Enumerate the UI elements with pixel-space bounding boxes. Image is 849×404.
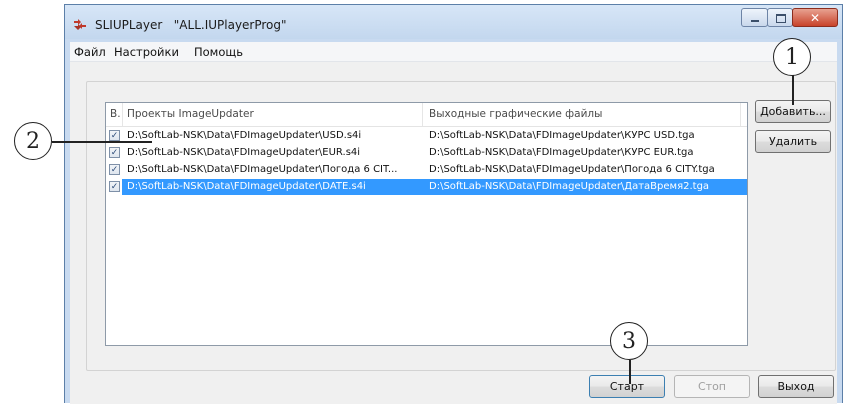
minimize-button[interactable]	[741, 8, 768, 27]
red-arrows-app-icon	[74, 19, 86, 30]
column-header-projects[interactable]: Проекты ImageUpdater	[127, 108, 254, 120]
table-row[interactable]: ✓ D:\SoftLab-NSK\Data\FDImageUpdater\Пог…	[106, 162, 747, 178]
output-path: D:\SoftLab-NSK\Data\FDImageUpdater\КУРС …	[429, 147, 694, 158]
close-icon: ✕	[809, 10, 821, 25]
maximize-icon	[776, 14, 786, 23]
callout-2-leader	[52, 141, 152, 143]
column-header-output-files[interactable]: Выходные графические файлы	[429, 108, 602, 120]
column-separator	[422, 103, 423, 126]
column-separator	[740, 103, 741, 126]
output-path: D:\SoftLab-NSK\Data\FDImageUpdater\ДатаВ…	[429, 181, 710, 192]
title-bar[interactable]: SLIUPLayer "ALL.IUPlayerProg" ✕	[65, 5, 842, 39]
app-name: SLIUPLayer	[95, 18, 163, 32]
menu-file[interactable]: Файл	[74, 45, 106, 59]
client-area: Файл Настройки Помощь В. Проекты ImageUp…	[70, 42, 837, 404]
callout-3: 3	[610, 322, 648, 360]
start-button[interactable]: Старт	[589, 375, 665, 398]
menu-bar: Файл Настройки Помощь	[70, 42, 837, 62]
minimize-icon	[751, 20, 759, 22]
row-checkbox[interactable]: ✓	[109, 130, 120, 141]
project-path: D:\SoftLab-NSK\Data\FDImageUpdater\USD.s…	[127, 130, 362, 141]
window-title: SLIUPLayer "ALL.IUPlayerProg"	[95, 18, 287, 32]
project-path: D:\SoftLab-NSK\Data\FDImageUpdater\Погод…	[127, 164, 398, 175]
document-name: "ALL.IUPlayerProg"	[173, 18, 287, 32]
output-path: D:\SoftLab-NSK\Data\FDImageUpdater\Погод…	[429, 164, 715, 175]
table-row[interactable]: ✓ D:\SoftLab-NSK\Data\FDImageUpdater\USD…	[106, 128, 747, 144]
table-row-selected[interactable]: ✓ D:\SoftLab-NSK\Data\FDImageUpdater\DAT…	[106, 179, 747, 195]
close-button[interactable]: ✕	[792, 8, 838, 27]
callout-1: 1	[773, 38, 811, 76]
column-header-enabled[interactable]: В.	[110, 108, 121, 120]
caption-buttons: ✕	[741, 8, 838, 28]
row-checkbox[interactable]: ✓	[109, 164, 120, 175]
remove-button[interactable]: Удалить	[755, 130, 831, 153]
stop-button[interactable]: Стоп	[674, 375, 750, 398]
exit-button[interactable]: Выход	[758, 375, 834, 398]
project-path: D:\SoftLab-NSK\Data\FDImageUpdater\EUR.s…	[127, 147, 361, 158]
table-row[interactable]: ✓ D:\SoftLab-NSK\Data\FDImageUpdater\EUR…	[106, 145, 747, 161]
main-window: SLIUPLayer "ALL.IUPlayerProg" ✕ Файл Нас…	[64, 4, 843, 404]
list-header: В. Проекты ImageUpdater Выходные графиче…	[106, 103, 747, 127]
projects-list[interactable]: В. Проекты ImageUpdater Выходные графиче…	[105, 102, 748, 346]
callout-3-leader	[629, 360, 631, 384]
menu-settings[interactable]: Настройки	[114, 45, 179, 59]
callout-2: 2	[14, 122, 52, 160]
callout-1-leader	[792, 73, 794, 105]
row-checkbox[interactable]: ✓	[109, 181, 120, 192]
menu-help[interactable]: Помощь	[194, 45, 243, 59]
row-checkbox[interactable]: ✓	[109, 147, 120, 158]
maximize-button[interactable]	[767, 8, 793, 27]
output-path: D:\SoftLab-NSK\Data\FDImageUpdater\КУРС …	[429, 130, 695, 141]
column-separator	[122, 103, 123, 126]
project-path: D:\SoftLab-NSK\Data\FDImageUpdater\DATE.…	[127, 181, 366, 192]
